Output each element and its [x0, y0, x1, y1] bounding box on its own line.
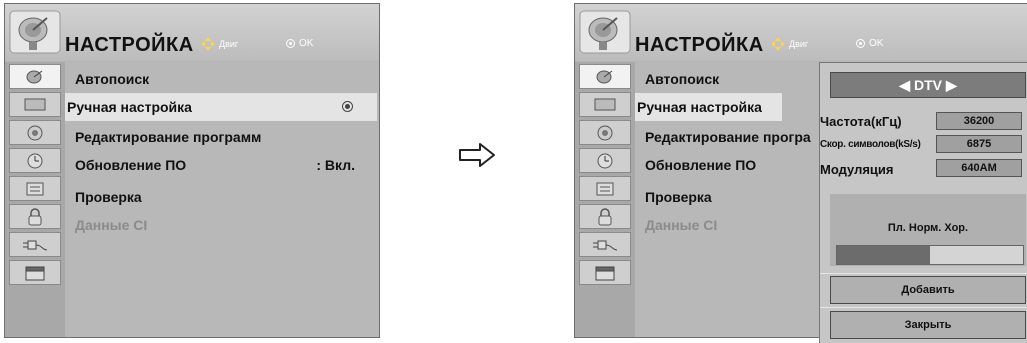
ok-hint: OK [856, 38, 883, 49]
menu-item-label: Редактирование програ [645, 129, 811, 145]
nav-hint: Двиг [771, 37, 808, 51]
menu-item-manual-tuning[interactable]: Ручная настройка [635, 93, 782, 121]
speaker-icon[interactable] [9, 120, 61, 145]
menu-item-label: Ручная настройка [637, 99, 762, 115]
nav-hint: Двиг [201, 37, 238, 51]
menu-item-label: Автопоиск [645, 71, 720, 87]
menu-item-label: Автопоиск [75, 71, 150, 87]
nav-hint-label: Двиг [219, 39, 239, 49]
signal-strength-bar [836, 245, 1024, 265]
lock-icon[interactable] [579, 204, 631, 229]
clock-icon[interactable] [579, 148, 631, 173]
menu-item-ci-info: Данные CI [65, 211, 379, 239]
arrow-left-icon[interactable]: ◀ [899, 77, 910, 94]
menu-item-label: Обновление ПО [75, 157, 187, 173]
settings-box-icon[interactable] [579, 176, 631, 201]
menu-item-auto-search[interactable]: Автопоиск [65, 65, 379, 93]
plug-icon[interactable] [579, 232, 631, 257]
divider [820, 273, 1027, 274]
selected-radio-icon [342, 101, 353, 112]
satellite-dish-icon [9, 10, 61, 54]
menu-item-label: Проверка [75, 189, 142, 205]
menu-item-manual-tuning[interactable]: Ручная настройка [65, 93, 377, 121]
page-title: НАСТРОЙКА [65, 34, 194, 56]
symbol-rate-label: Скор. символов(kS/s) [820, 139, 921, 150]
system-value: DTV [914, 77, 942, 93]
manual-tuning-popup: ◀ DTV ▶ Частота(кГц) 36200 Скор. символо… [819, 62, 1027, 343]
close-button[interactable]: Закрыть [830, 311, 1026, 339]
menu-item-program-edit[interactable]: Редактирование программ [65, 123, 379, 151]
ok-hint-label: OK [299, 38, 314, 49]
ok-hint: OK [286, 38, 313, 49]
nav-hint-label: Двиг [789, 39, 809, 49]
divider [820, 307, 1027, 308]
signal-strength-box: Пл. Норм. Хор. [830, 194, 1026, 266]
menu-item-label: Ручная настройка [67, 99, 192, 115]
menu-item-label: Данные CI [645, 217, 718, 233]
symbol-rate-value: 6875 [966, 138, 992, 150]
nav-arrows-icon [771, 37, 785, 51]
frequency-field[interactable]: 36200 [936, 112, 1022, 130]
category-icon-column [575, 62, 635, 337]
close-button-label: Закрыть [904, 319, 952, 331]
page-title: НАСТРОЙКА [635, 34, 764, 56]
settings-box-icon[interactable] [9, 176, 61, 201]
menu-header: НАСТРОЙКА Двиг OK [575, 4, 1027, 61]
menu-header: НАСТРОЙКА Двиг OK [5, 4, 379, 61]
symbol-rate-field[interactable]: 6875 [936, 135, 1022, 153]
screen-icon[interactable] [579, 92, 631, 117]
frequency-label: Частота(кГц) [820, 114, 902, 129]
ok-icon [856, 39, 865, 48]
system-selector[interactable]: ◀ DTV ▶ [830, 72, 1026, 98]
nav-arrows-icon [201, 37, 215, 51]
modulation-value: 640AM [961, 162, 997, 174]
satellite-icon[interactable] [9, 64, 61, 89]
category-icon-column [5, 62, 65, 337]
clapper-icon[interactable] [9, 260, 61, 285]
clock-icon[interactable] [9, 148, 61, 173]
menu-item-label: Обновление ПО [645, 157, 757, 173]
satellite-dish-icon [579, 10, 631, 54]
setup-menu-panel: НАСТРОЙКА Двиг OK Автопоиск Ручная настр… [4, 3, 380, 338]
settings-menu: Автопоиск Ручная настройка Редактировани… [65, 62, 379, 337]
arrow-right-icon[interactable]: ▶ [946, 77, 957, 94]
frequency-value: 36200 [963, 115, 995, 127]
ok-hint-label: OK [869, 38, 884, 49]
speaker-icon[interactable] [579, 120, 631, 145]
clapper-icon[interactable] [579, 260, 631, 285]
add-button[interactable]: Добавить [830, 276, 1026, 304]
menu-item-diagnostics[interactable]: Проверка [65, 183, 379, 211]
arrow-right-icon [459, 143, 495, 167]
menu-item-software-update[interactable]: Обновление ПО : Вкл. [65, 151, 379, 179]
menu-item-value: : Вкл. [316, 157, 355, 173]
add-button-label: Добавить [901, 284, 955, 296]
signal-scale-label: Пл. Норм. Хор. [887, 222, 969, 234]
lock-icon[interactable] [9, 204, 61, 229]
signal-strength-fill [837, 246, 930, 264]
plug-icon[interactable] [9, 232, 61, 257]
menu-item-label: Редактирование программ [75, 129, 262, 145]
menu-item-label: Данные CI [75, 217, 148, 233]
ok-icon [286, 39, 295, 48]
modulation-field[interactable]: 640AM [936, 159, 1022, 177]
satellite-icon[interactable] [579, 64, 631, 89]
menu-item-label: Проверка [645, 189, 712, 205]
modulation-label: Модуляция [820, 162, 894, 177]
screen-icon[interactable] [9, 92, 61, 117]
